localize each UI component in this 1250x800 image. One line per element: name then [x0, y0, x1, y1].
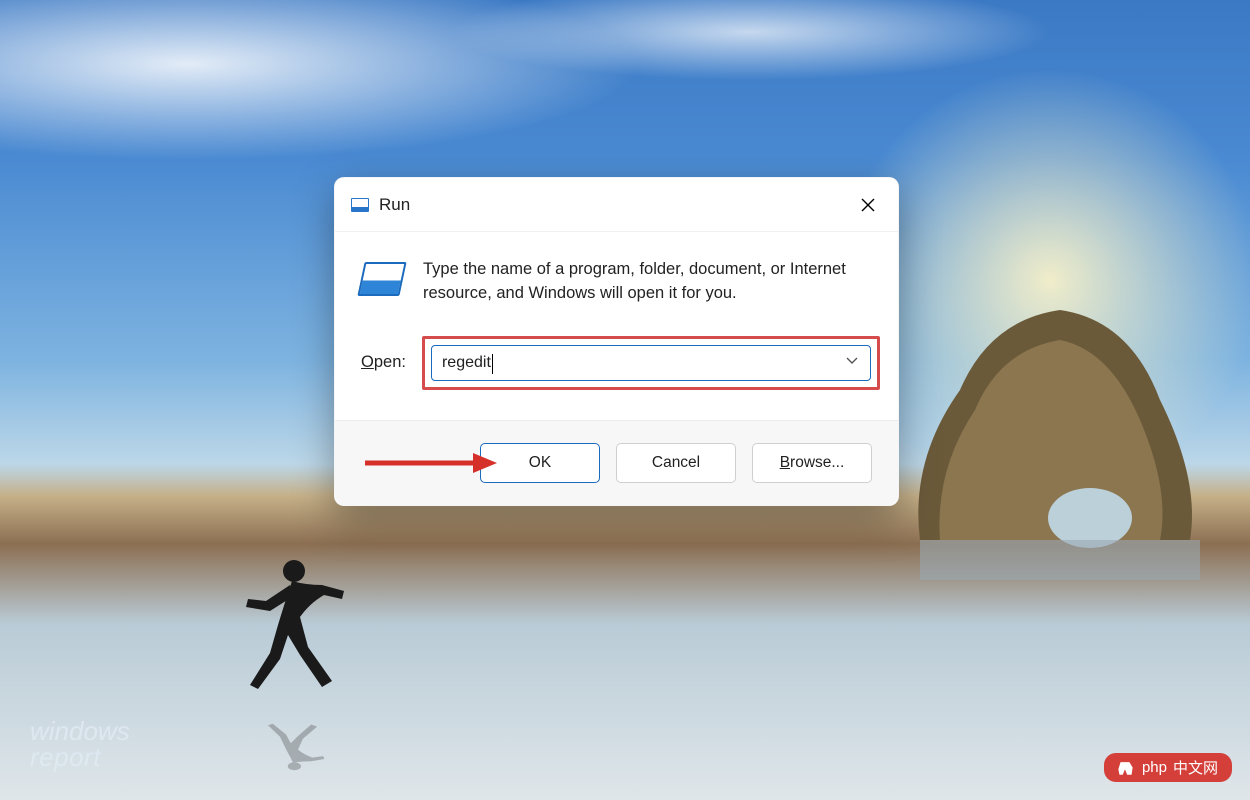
open-input[interactable]: regedit: [431, 345, 871, 381]
titlebar[interactable]: Run: [335, 178, 898, 232]
wallpaper-runner: [230, 555, 360, 705]
run-dialog-icon: [351, 198, 369, 212]
annotation-arrow: [363, 451, 498, 475]
badge-prefix: php: [1142, 759, 1167, 776]
chevron-down-icon[interactable]: [846, 354, 858, 372]
text-caret: [492, 354, 493, 374]
browse-button[interactable]: Browse...: [752, 443, 872, 483]
dialog-description: Type the name of a program, folder, docu…: [423, 258, 872, 306]
wallpaper-runner-reflection: [230, 718, 360, 772]
button-bar: OK Cancel Browse...: [335, 420, 898, 505]
close-button[interactable]: [844, 185, 892, 225]
cancel-button-label: Cancel: [652, 454, 700, 472]
annotation-input-highlight: regedit: [422, 336, 880, 390]
ok-button-label: OK: [529, 454, 551, 472]
watermark-windows-report: windows report: [30, 718, 130, 770]
dialog-body: Type the name of a program, folder, docu…: [335, 232, 898, 420]
wallpaper-rock: [900, 280, 1220, 580]
window-title: Run: [379, 195, 410, 215]
badge-php-cn: php 中文网: [1104, 753, 1232, 782]
browse-button-label: Browse...: [780, 454, 845, 472]
watermark-line2: report: [30, 744, 130, 770]
ok-button[interactable]: OK: [480, 443, 600, 483]
cancel-button[interactable]: Cancel: [616, 443, 736, 483]
php-elephant-icon: [1114, 759, 1136, 777]
open-label: Open:: [361, 353, 406, 372]
close-icon: [861, 198, 875, 212]
run-body-icon: [361, 262, 403, 296]
badge-suffix: 中文网: [1173, 757, 1218, 778]
open-input-value: regedit: [442, 354, 491, 372]
watermark-line1: windows: [30, 718, 130, 744]
run-dialog: Run Type the name of a program, folder, …: [334, 177, 899, 506]
